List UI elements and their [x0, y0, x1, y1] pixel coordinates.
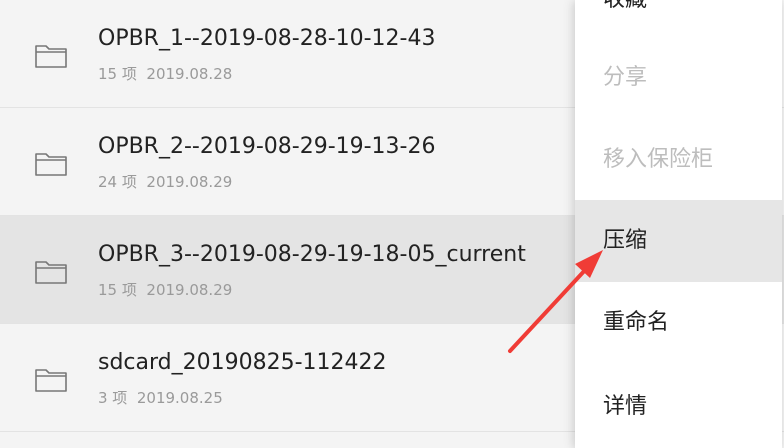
menu-item-move-to-safe[interactable]: 移入保险柜 [575, 119, 782, 201]
item-count: 15 项 [98, 65, 137, 83]
menu-item-rename[interactable]: 重命名 [575, 282, 782, 364]
modified-date: 2019.08.29 [146, 173, 233, 191]
file-name: OPBR_3--2019-08-29-19-18-05_current [98, 242, 526, 267]
context-menu: 收藏 分享 移入保险柜 压缩 重命名 详情 [575, 0, 782, 448]
menu-item-favorite[interactable]: 收藏 [575, 0, 782, 41]
menu-item-compress[interactable]: 压缩 [575, 200, 782, 282]
folder-icon [35, 261, 67, 284]
folder-icon [35, 45, 67, 68]
item-count: 15 项 [98, 281, 137, 299]
file-meta: 15 项 2019.08.28 [98, 63, 232, 84]
item-count: 24 项 [98, 173, 137, 191]
menu-item-details[interactable]: 详情 [575, 366, 782, 448]
file-name: OPBR_2--2019-08-29-19-13-26 [98, 134, 436, 159]
menu-item-share[interactable]: 分享 [575, 37, 782, 119]
folder-icon [35, 369, 67, 392]
file-name: sdcard_20190825-112422 [98, 350, 387, 375]
modified-date: 2019.08.28 [146, 65, 233, 83]
file-meta: 15 项 2019.08.29 [98, 279, 232, 300]
folder-icon [35, 153, 67, 176]
file-meta: 3 项 2019.08.25 [98, 387, 223, 408]
modified-date: 2019.08.29 [146, 281, 233, 299]
file-meta: 24 项 2019.08.29 [98, 171, 232, 192]
item-count: 3 项 [98, 389, 128, 407]
modified-date: 2019.08.25 [136, 389, 223, 407]
file-name: OPBR_1--2019-08-28-10-12-43 [98, 26, 436, 51]
